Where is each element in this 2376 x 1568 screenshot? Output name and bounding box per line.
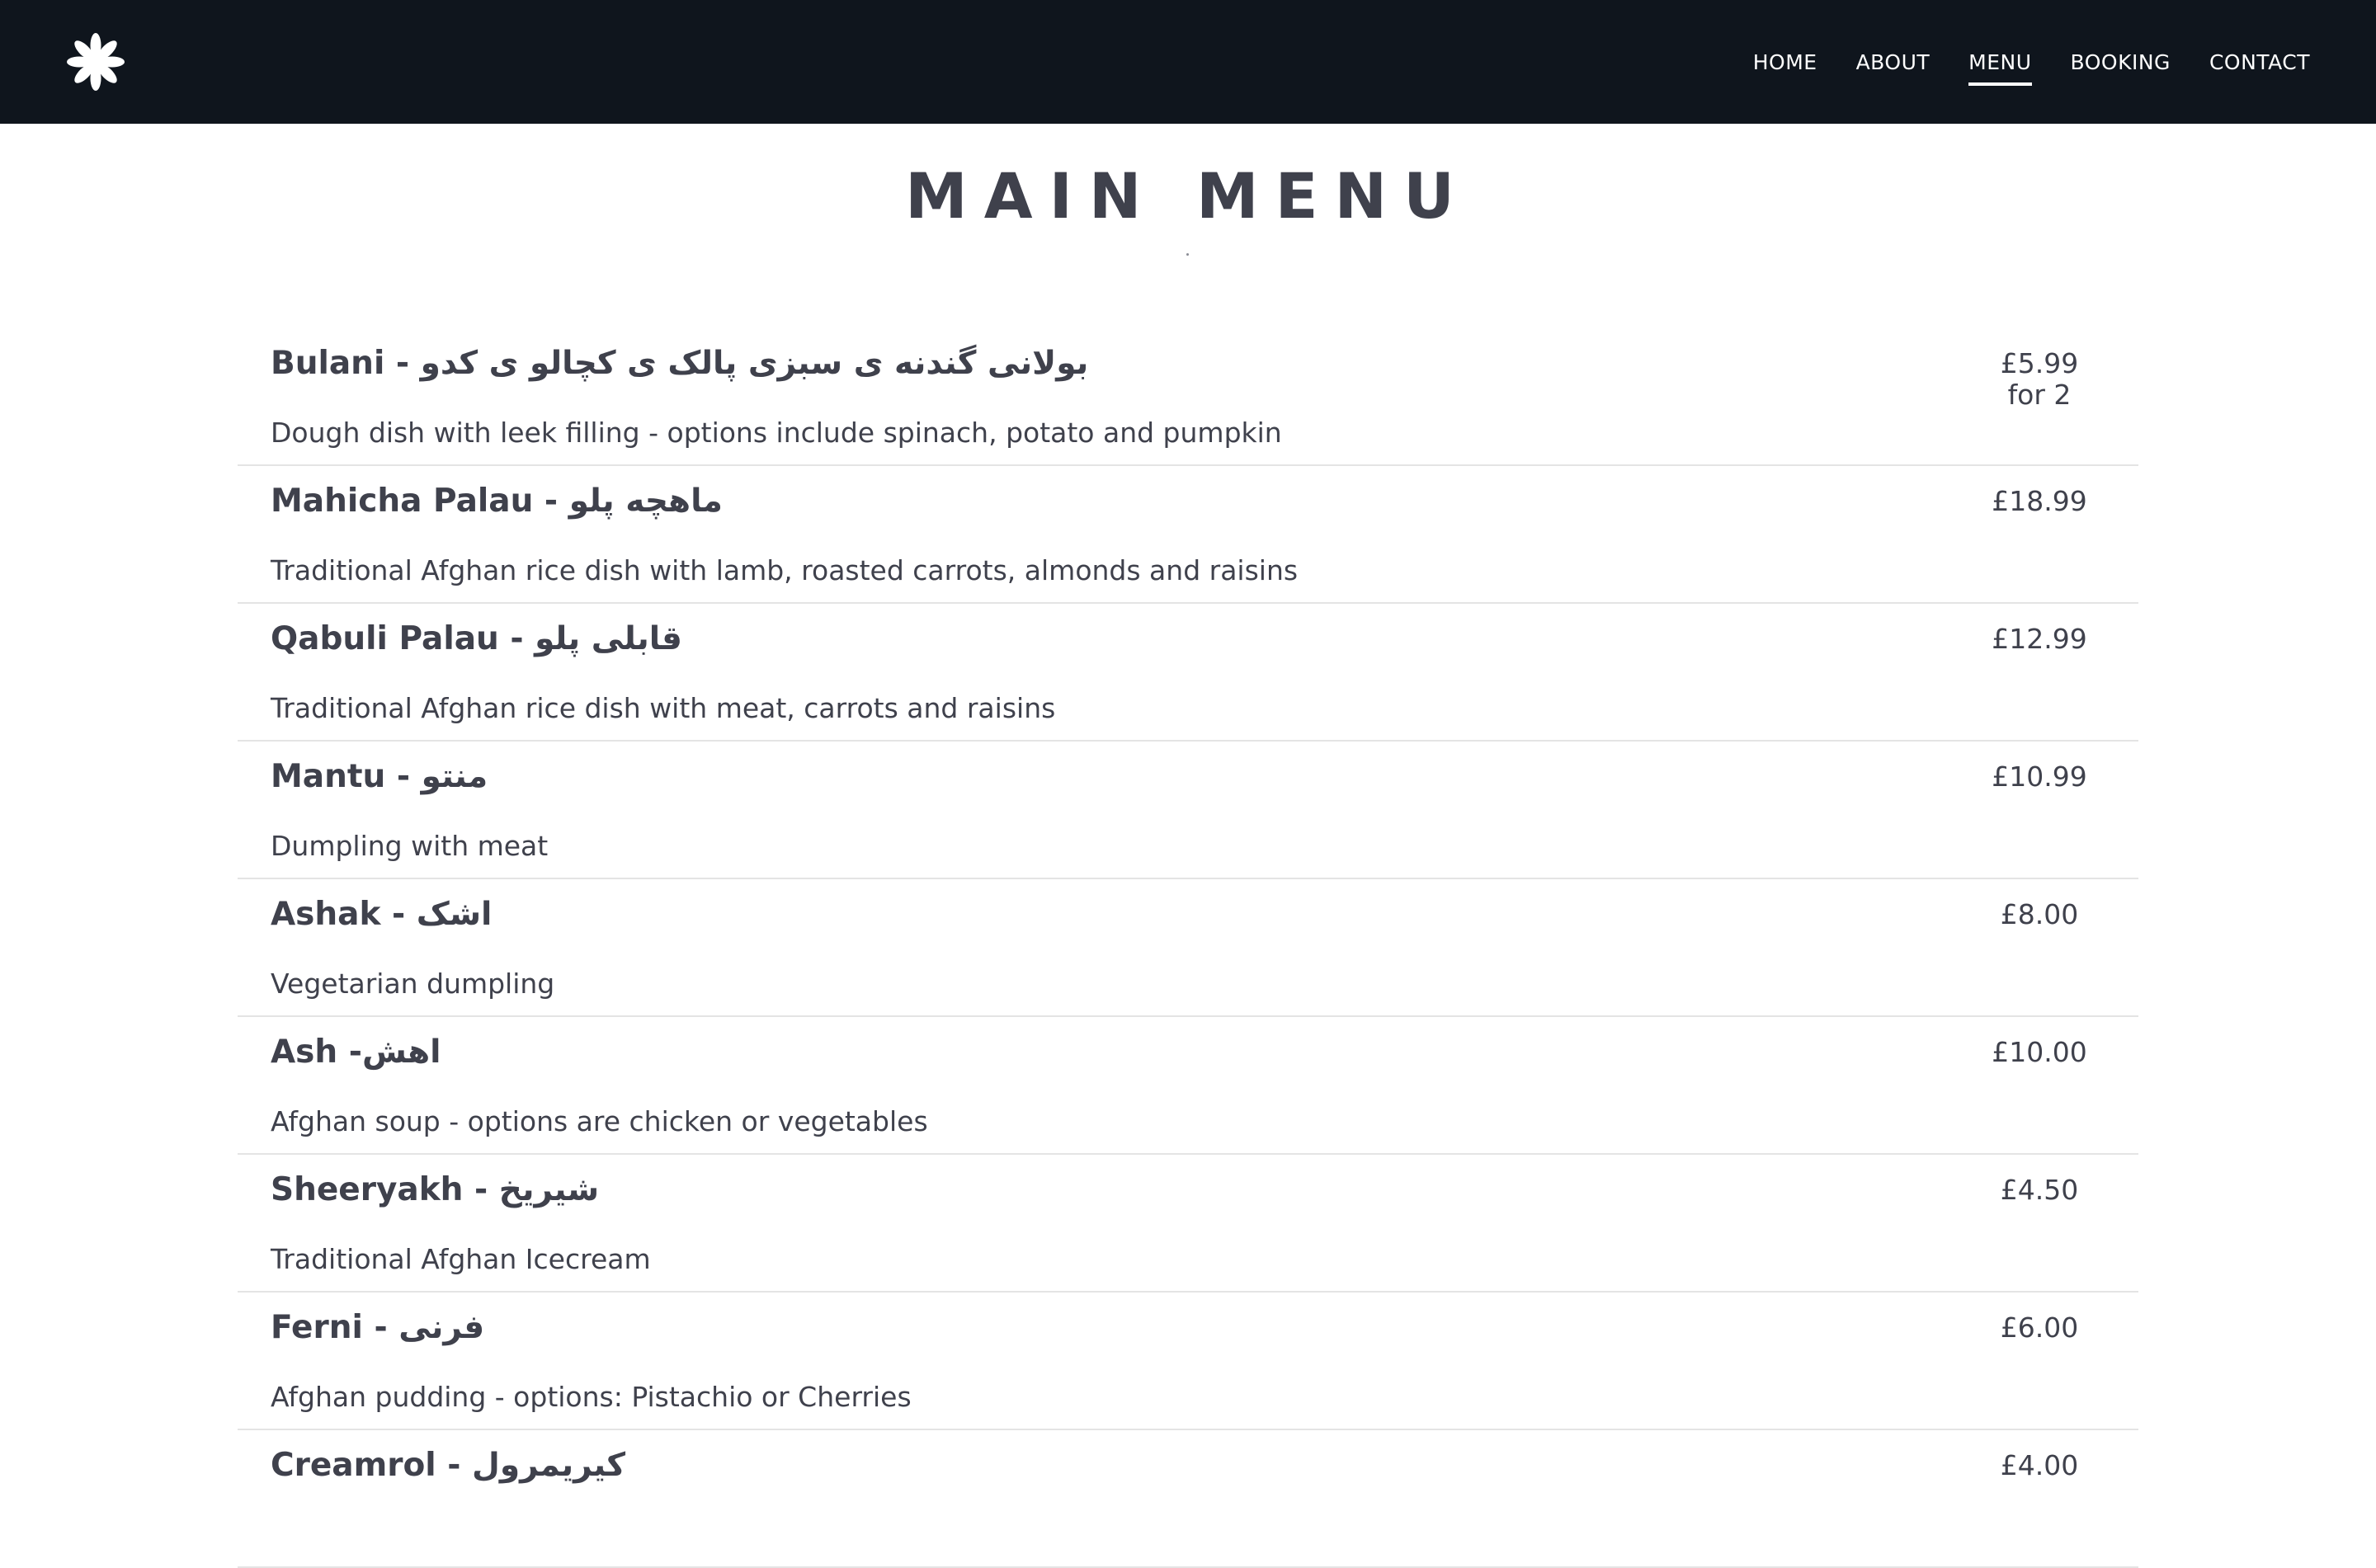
menu-item-name: Bulani - بولانی گندنه ی سبزی پالک ی کچال…	[271, 345, 1089, 382]
menu-item-price-value: £5.99	[2000, 347, 2079, 379]
menu-item-price-note: for 2	[2007, 379, 2072, 411]
nav-home-link[interactable]: HOME	[1753, 44, 1817, 81]
menu-item-name: Ash -اهش	[271, 1034, 441, 1071]
menu-item-description: Afghan pudding - options: Pistachio or C…	[271, 1381, 912, 1413]
menu-item-name: Ashak - اشک	[271, 896, 493, 933]
menu-item-description: Dough dish with leek filling - options i…	[271, 417, 1282, 449]
menu-item-price-value: £4.50	[2000, 1174, 2079, 1206]
menu-item-description: Traditional Afghan rice dish with lamb, …	[271, 554, 1299, 586]
nav-contact-link[interactable]: CONTACT	[2209, 44, 2310, 81]
menu-item-name: Ferni - فرنی	[271, 1309, 485, 1346]
nav-menu-link[interactable]: MENU	[1968, 44, 2032, 86]
asterisk-flower-icon[interactable]	[66, 32, 125, 92]
menu-item-price: £4.00	[1973, 1450, 2105, 1481]
menu-item: Sheeryakh - شیریخ Traditional Afghan Ice…	[238, 1155, 2138, 1293]
page-title: MAIN MENU	[905, 159, 1471, 233]
menu-item-name: Creamrol - کیریمرول	[271, 1447, 625, 1484]
menu-item-price: £6.00	[1973, 1312, 2105, 1344]
menu-item-price: £10.00	[1973, 1037, 2105, 1068]
menu-item-price-value: £18.99	[1992, 485, 2087, 517]
menu-item-name: Mantu - منتو	[271, 758, 488, 795]
menu-item-price: £8.00	[1973, 899, 2105, 930]
title-divider-dot	[1186, 253, 1189, 256]
nav-booking-link[interactable]: BOOKING	[2071, 44, 2171, 81]
menu-item-price-value: £10.00	[1992, 1036, 2087, 1068]
menu-item-price-value: £8.00	[2000, 898, 2079, 930]
menu-item-price: £4.50	[1973, 1175, 2105, 1206]
menu-item-price: £12.99	[1973, 624, 2105, 655]
menu-item-price: £5.99 for 2	[1973, 348, 2105, 411]
menu-item: Bulani - بولانی گندنه ی سبزی پالک ی کچال…	[238, 328, 2138, 466]
menu-item-name: Qabuli Palau - قابلی پلو	[271, 620, 682, 657]
menu-item-price-value: £6.00	[2000, 1311, 2079, 1344]
menu-list: Bulani - بولانی گندنه ی سبزی پالک ی کچال…	[238, 328, 2138, 1568]
menu-item: Ash -اهش Afghan soup - options are chick…	[238, 1017, 2138, 1155]
menu-item: Qabuli Palau - قابلی پلو Traditional Afg…	[238, 604, 2138, 742]
menu-item-price: £10.99	[1973, 761, 2105, 793]
menu-item-name: Mahicha Palau - ماهچه پلو	[271, 483, 723, 520]
menu-item-description: Vegetarian dumpling	[271, 968, 555, 1000]
menu-item-description: Dumpling with meat	[271, 830, 549, 862]
menu-item: Ashak - اشک Vegetarian dumpling £8.00	[238, 879, 2138, 1017]
menu-item: Creamrol - کیریمرول £4.00	[238, 1430, 2138, 1568]
menu-item-description: Traditional Afghan rice dish with meat, …	[271, 692, 1056, 724]
top-navigation-bar: HOME ABOUT MENU BOOKING CONTACT	[0, 0, 2376, 124]
menu-item: Mantu - منتو Dumpling with meat £10.99	[238, 742, 2138, 879]
menu-item-price: £18.99	[1973, 486, 2105, 517]
main-nav: HOME ABOUT MENU BOOKING CONTACT	[1714, 0, 2310, 124]
menu-item-price-value: £4.00	[2000, 1449, 2079, 1481]
menu-item-description: Afghan soup - options are chicken or veg…	[271, 1105, 928, 1137]
menu-item-name: Sheeryakh - شیریخ	[271, 1171, 600, 1208]
menu-item: Ferni - فرنی Afghan pudding - options: P…	[238, 1293, 2138, 1430]
menu-item: Mahicha Palau - ماهچه پلو Traditional Af…	[238, 466, 2138, 604]
menu-item-price-value: £10.99	[1992, 760, 2087, 793]
nav-about-link[interactable]: ABOUT	[1856, 44, 1930, 81]
menu-item-description: Traditional Afghan Icecream	[271, 1243, 651, 1275]
menu-item-price-value: £12.99	[1992, 623, 2087, 655]
